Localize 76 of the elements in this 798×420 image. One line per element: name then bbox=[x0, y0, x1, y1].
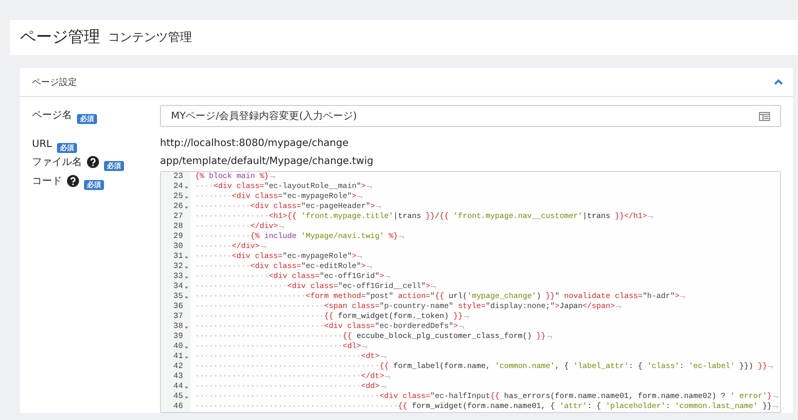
field-label: ファイル名 bbox=[32, 156, 82, 169]
line-end-icon bbox=[270, 175, 275, 179]
line-end-icon bbox=[772, 395, 778, 399]
field-label: ページ名 bbox=[32, 109, 72, 122]
fold-arrow-icon[interactable] bbox=[184, 294, 189, 300]
line-number: 25 bbox=[173, 192, 183, 202]
help-icon[interactable] bbox=[67, 175, 79, 187]
page-title: ページ管理 bbox=[20, 27, 100, 48]
line-number: 41 bbox=[173, 352, 183, 362]
fold-arrow-icon[interactable] bbox=[184, 324, 189, 330]
line-end-icon bbox=[380, 385, 386, 389]
fold-arrow-icon[interactable] bbox=[184, 394, 189, 400]
line-end-icon bbox=[616, 305, 621, 309]
line-end-icon bbox=[399, 235, 404, 239]
line-number: 31 bbox=[173, 252, 183, 262]
line-end-icon bbox=[768, 365, 774, 369]
line-end-icon bbox=[376, 205, 381, 209]
fold-arrow-icon[interactable] bbox=[184, 274, 189, 280]
line-number: 27 bbox=[173, 212, 183, 222]
line-end-icon bbox=[279, 225, 284, 229]
line-number: 33 bbox=[173, 272, 183, 282]
line-end-icon bbox=[357, 255, 362, 259]
line-number: 23 bbox=[173, 172, 183, 182]
line-end-icon bbox=[366, 265, 372, 269]
fold-arrow-icon[interactable] bbox=[184, 264, 189, 270]
line-number: 37 bbox=[173, 312, 183, 322]
fold-arrow-icon[interactable] bbox=[184, 194, 189, 200]
line-number: 29 bbox=[173, 232, 183, 242]
line-end-icon bbox=[464, 315, 469, 319]
line-number: 30 bbox=[173, 242, 183, 252]
line-number: 40 bbox=[173, 342, 183, 352]
line-end-icon bbox=[772, 405, 778, 409]
line-end-icon bbox=[458, 325, 464, 329]
line-number: 26 bbox=[173, 202, 183, 212]
help-icon[interactable] bbox=[87, 156, 99, 168]
line-number: 35 bbox=[173, 292, 183, 302]
page-subtitle: コンテンツ管理 bbox=[108, 29, 192, 46]
line-end-icon bbox=[648, 215, 654, 219]
line-number: 39 bbox=[173, 332, 183, 342]
line-number: 44 bbox=[173, 382, 183, 392]
field-label: URL bbox=[32, 138, 52, 150]
fold-arrow-icon[interactable] bbox=[184, 284, 189, 290]
line-end-icon bbox=[385, 375, 390, 379]
line-number: 46 bbox=[173, 402, 183, 412]
line-end-icon bbox=[680, 295, 686, 299]
line-end-icon bbox=[385, 275, 390, 279]
line-number: 34 bbox=[173, 282, 183, 292]
fold-arrow-icon[interactable] bbox=[184, 254, 189, 260]
line-number: 45 bbox=[173, 392, 183, 402]
fold-arrow-icon[interactable] bbox=[184, 184, 189, 190]
line-number: 32 bbox=[173, 262, 183, 272]
line-number: 36 bbox=[173, 302, 183, 312]
field-value: app/template/default/Mypage/change.twig bbox=[160, 155, 374, 169]
line-number: 38 bbox=[173, 322, 183, 332]
line-number: 24 bbox=[173, 182, 183, 192]
fold-arrow-icon[interactable] bbox=[184, 384, 189, 390]
fold-arrow-icon[interactable] bbox=[184, 354, 189, 360]
fold-arrow-icon[interactable] bbox=[184, 204, 189, 210]
line-end-icon bbox=[431, 285, 436, 289]
card-title: ページ設定 bbox=[32, 76, 77, 88]
line-end-icon bbox=[357, 195, 362, 199]
line-end-icon bbox=[366, 185, 372, 189]
page-name-field[interactable]: MYページ/会員登録内容変更(入力ページ) bbox=[160, 105, 781, 127]
line-end-icon bbox=[260, 245, 266, 249]
chevron-up-icon[interactable] bbox=[774, 79, 783, 85]
line-number: 28 bbox=[173, 222, 183, 232]
fold-arrow-icon[interactable] bbox=[184, 344, 189, 350]
field-label: コード bbox=[32, 175, 62, 188]
line-number: 42 bbox=[173, 362, 183, 372]
line-end-icon bbox=[362, 345, 368, 349]
line-end-icon bbox=[380, 355, 386, 359]
list-icon[interactable] bbox=[759, 112, 770, 120]
line-number: 43 bbox=[173, 372, 183, 382]
field-value: http://localhost:8080/mypage/change bbox=[160, 137, 350, 151]
line-end-icon bbox=[546, 335, 552, 339]
code-editor[interactable] bbox=[160, 171, 781, 413]
